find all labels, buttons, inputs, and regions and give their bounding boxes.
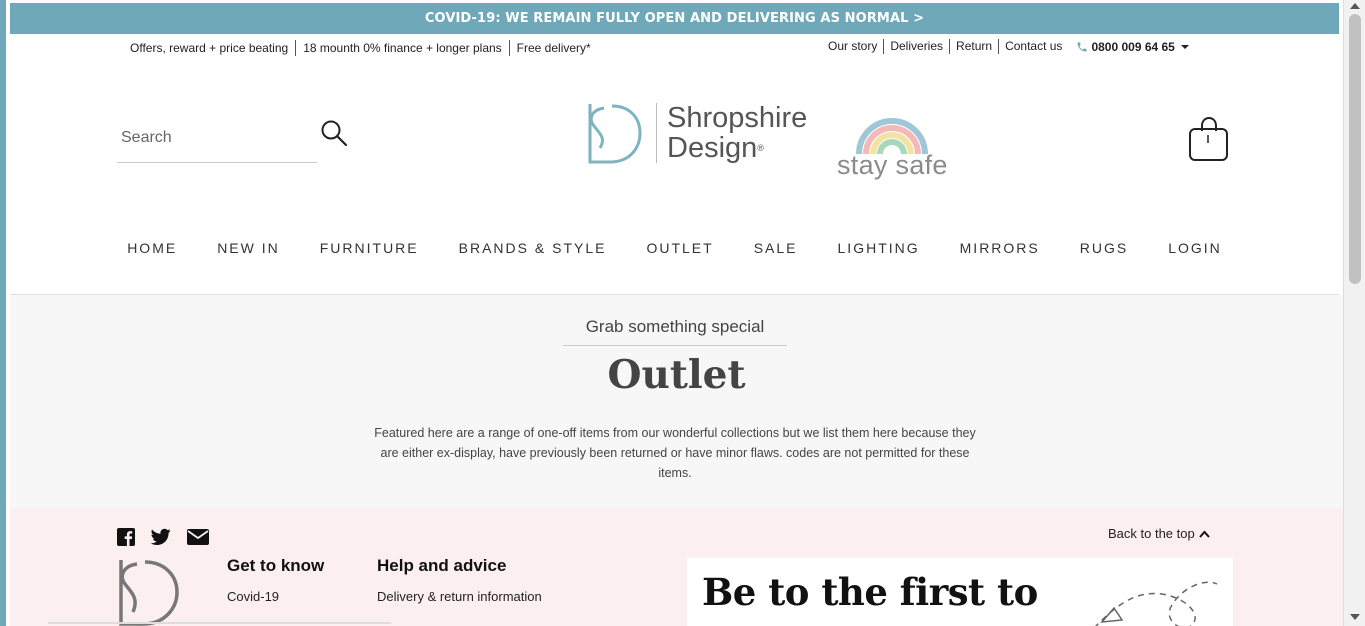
- link-return[interactable]: Return: [950, 39, 1000, 54]
- nav-home[interactable]: HOME: [107, 240, 197, 256]
- footer-link-delivery[interactable]: Delivery & return information: [377, 589, 542, 604]
- usp-offers[interactable]: Offers, reward + price beating: [123, 40, 297, 56]
- social-links: [117, 528, 209, 546]
- chevron-up-icon[interactable]: [1198, 530, 1210, 538]
- vertical-scrollbar[interactable]: [1343, 0, 1365, 626]
- stay-safe-badge: stay safe: [837, 96, 948, 181]
- hero-eyebrow: Grab something special: [563, 317, 787, 346]
- banner-text[interactable]: COVID-19: WE REMAIN FULLY OPEN AND DELIV…: [425, 11, 924, 26]
- search-box: [117, 118, 317, 163]
- page-title: Outlet: [607, 352, 746, 398]
- scroll-down-arrow-icon[interactable]: [1350, 614, 1360, 620]
- nav-new-in[interactable]: NEW IN: [197, 240, 300, 256]
- usp-delivery[interactable]: Free delivery*: [510, 40, 598, 56]
- footer: Back to the top Get to know Covid-19 Hel…: [10, 508, 1343, 626]
- nav-brands-style[interactable]: BRANDS & STYLE: [439, 240, 627, 256]
- phone-icon: [1077, 42, 1087, 51]
- logo-registered: ®: [757, 143, 764, 153]
- horizontal-scroll-indicator: [48, 622, 391, 624]
- logo-mark-icon: [588, 104, 642, 164]
- facebook-icon[interactable]: [117, 528, 135, 546]
- link-deliveries[interactable]: Deliveries: [884, 39, 951, 54]
- newsletter-heading: Be to the first to: [702, 570, 1038, 614]
- nav-outlet[interactable]: OUTLET: [626, 240, 733, 256]
- nav-mirrors[interactable]: MIRRORS: [940, 240, 1060, 256]
- nav-login[interactable]: LOGIN: [1148, 240, 1242, 256]
- outlet-hero: Grab something special Outlet Featured h…: [10, 295, 1343, 508]
- footer-col-title: Help and advice: [377, 556, 507, 575]
- footer-link-covid[interactable]: Covid-19: [227, 589, 279, 604]
- rainbow-icon: [856, 118, 929, 155]
- phone-number[interactable]: 0800 009 64 65: [1091, 40, 1174, 54]
- newsletter-panel: Be to the first to: [687, 558, 1233, 626]
- footer-col-help: Help and advice Delivery & return inform…: [377, 556, 542, 606]
- paper-plane-icon: [1094, 581, 1218, 626]
- logo-line2: Design: [667, 132, 758, 164]
- scroll-up-arrow-icon[interactable]: [1350, 3, 1360, 9]
- twitter-icon[interactable]: [151, 528, 171, 546]
- bag-icon[interactable]: [1188, 117, 1230, 163]
- usp-finance[interactable]: 18 mounth 0% finance + longer plans: [296, 40, 510, 56]
- scrollbar-thumb[interactable]: [1349, 14, 1361, 284]
- caret-down-icon[interactable]: [1180, 44, 1189, 49]
- email-icon[interactable]: [187, 528, 209, 546]
- search-input[interactable]: [117, 118, 307, 158]
- nav-sale[interactable]: SALE: [734, 240, 818, 256]
- nav-furniture[interactable]: FURNITURE: [300, 240, 439, 256]
- logo-wordmark: Shropshire Design®: [656, 103, 807, 163]
- back-to-top-link[interactable]: Back to the top: [1108, 526, 1210, 541]
- site-logo[interactable]: Shropshire Design®: [584, 98, 807, 168]
- footer-col-title: Get to know: [227, 556, 325, 575]
- stay-safe-text: stay safe: [837, 150, 948, 180]
- phone-dropdown[interactable]: 0800 009 64 65: [1076, 40, 1189, 54]
- search-icon[interactable]: [320, 119, 348, 147]
- covid-banner[interactable]: COVID-19: WE REMAIN FULLY OPEN AND DELIV…: [10, 3, 1339, 34]
- link-contact-us[interactable]: Contact us: [999, 39, 1068, 54]
- main-nav: HOME NEW IN FURNITURE BRANDS & STYLE OUT…: [6, 240, 1343, 256]
- hero-description: Featured here are a range of one-off ite…: [374, 426, 976, 480]
- nav-rugs[interactable]: RUGS: [1060, 240, 1148, 256]
- nav-lighting[interactable]: LIGHTING: [818, 240, 940, 256]
- usp-bar: Offers, reward + price beating 18 mounth…: [123, 40, 598, 56]
- link-our-story[interactable]: Our story: [822, 39, 885, 54]
- logo-line1: Shropshire: [667, 102, 808, 134]
- utility-nav: Our story Deliveries Return Contact us 0…: [822, 39, 1189, 54]
- footer-logo-icon: [119, 560, 179, 626]
- page: COVID-19: WE REMAIN FULLY OPEN AND DELIV…: [6, 0, 1343, 626]
- footer-col-get-to-know: Get to know Covid-19: [227, 556, 324, 606]
- back-to-top-label[interactable]: Back to the top: [1108, 526, 1195, 541]
